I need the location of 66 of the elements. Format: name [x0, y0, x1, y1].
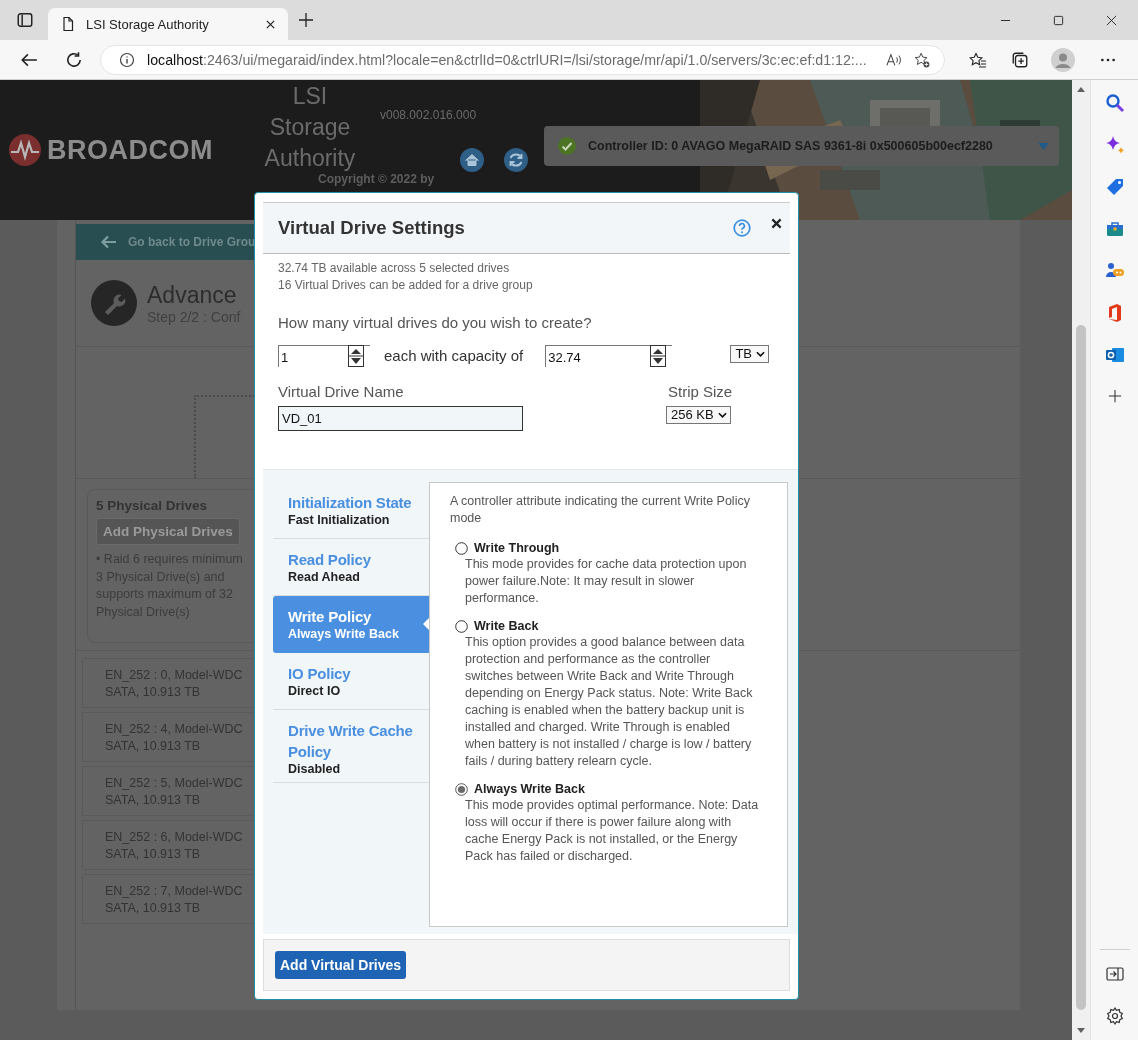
option-description: This mode provides optimal performance. Note: Data loss will occur if there is power failure along with cache Energy Pack is not installed, or the Energy Pack has failed or discharged.: [464, 797, 759, 866]
outlook-icon[interactable]: [1104, 345, 1125, 365]
favorites-icon[interactable]: [969, 50, 987, 69]
document-icon: [60, 16, 76, 32]
add-favorite-icon[interactable]: [914, 51, 930, 68]
scroll-up-icon[interactable]: [1077, 86, 1085, 92]
radio-button[interactable]: [455, 541, 468, 555]
option-label: Write Through: [474, 541, 560, 556]
add-icon[interactable]: [1107, 389, 1122, 403]
spinner-icon[interactable]: [348, 345, 364, 368]
home-icon[interactable]: [460, 148, 484, 172]
radio-button[interactable]: [455, 782, 468, 796]
collections-icon[interactable]: [1011, 50, 1029, 69]
tab-actions-icon[interactable]: [16, 11, 34, 29]
strip-size-select[interactable]: 256 KB: [666, 405, 731, 424]
new-tab-icon[interactable]: [298, 12, 314, 28]
settings-icon[interactable]: [1104, 1006, 1125, 1026]
capacity-field[interactable]: 32.74: [545, 344, 673, 367]
close-icon[interactable]: [1106, 15, 1117, 26]
option-description: This mode provides for cache data protection upon power failure.Note: It may result in slower performance.: [464, 556, 748, 608]
back-arrow-icon: [100, 235, 116, 249]
product-name-line: Authority: [264, 144, 356, 173]
radio-button[interactable]: [455, 619, 468, 633]
scrollbar-thumb[interactable]: [1076, 325, 1086, 1010]
wrench-icon: [91, 280, 137, 326]
search-icon[interactable]: [1104, 93, 1125, 113]
dropdown-caret-icon: [1038, 142, 1049, 150]
broadcom-logo-icon: [9, 134, 41, 166]
scrollbar[interactable]: [1072, 80, 1090, 1040]
option-description: This option provides a good balance between data protection and performance as the controller switches between Write Back and Write Through depending on Energy Pack status. Note: Write Back caching is enabled when the battery backup unit is installed and charged. Write Through is enabled when battery is not installed / charge is low / battery fails / during battery relearn cycle.: [464, 634, 754, 771]
copyright-text: Copyright © 2022 by: [318, 172, 435, 186]
option-label: Always Write Back: [474, 782, 585, 797]
close-icon[interactable]: [265, 18, 276, 30]
description-text: A controller attribute indicating the current Write Policy mode: [450, 493, 751, 528]
name-label: Virtual Drive Name: [278, 382, 405, 400]
toolbox-icon[interactable]: [1104, 219, 1125, 239]
read-aloud-icon[interactable]: [886, 51, 902, 68]
question-text: How many virtual drives do you wish to create?: [278, 313, 593, 331]
strip-size-label: Strip Size: [668, 382, 733, 400]
maximize-icon[interactable]: [1053, 15, 1064, 26]
refresh-icon[interactable]: [65, 50, 83, 69]
product-name-line: LSI: [292, 82, 328, 111]
capacity-label: each with capacity of: [384, 347, 524, 365]
brand-name: BROADCOM: [47, 134, 213, 166]
unit-select[interactable]: TB: [730, 344, 769, 363]
chevron-down-icon: [756, 350, 765, 357]
close-icon[interactable]: [771, 218, 782, 230]
profile-avatar-icon[interactable]: [1051, 47, 1075, 72]
count-field[interactable]: 1: [278, 344, 370, 367]
option-label: Write Back: [474, 619, 539, 634]
name-field[interactable]: VD_01: [278, 405, 523, 431]
info-icon[interactable]: [119, 51, 135, 68]
info-text: 32.74 TB available across 5 selected drives: [278, 259, 511, 277]
browser-tab[interactable]: LSI Storage Authority: [48, 8, 288, 40]
address-field[interactable]: localhost:2463/ui/megaraid/index.html?locale=en&ctrlId=0&ctrlURI=/lsi/storage/mr/api/1.0/servers/3c:ec:ef:d1:12:...: [100, 44, 945, 75]
check-circle-icon: [558, 137, 576, 155]
version-text: v008.002.016.000: [380, 108, 477, 122]
scroll-down-icon[interactable]: [1077, 1028, 1085, 1034]
product-name-line: Storage: [269, 113, 351, 142]
add-virtual-drives-button[interactable]: Add Virtual Drives: [275, 951, 407, 980]
help-icon[interactable]: [733, 218, 751, 237]
refresh-icon[interactable]: [504, 148, 528, 172]
info-text: 16 Virtual Drives can be added for a drive group: [278, 276, 534, 294]
spinner-icon[interactable]: [650, 345, 667, 368]
sidebar-toggle-icon[interactable]: [1104, 964, 1125, 984]
chevron-down-icon: [717, 411, 727, 418]
